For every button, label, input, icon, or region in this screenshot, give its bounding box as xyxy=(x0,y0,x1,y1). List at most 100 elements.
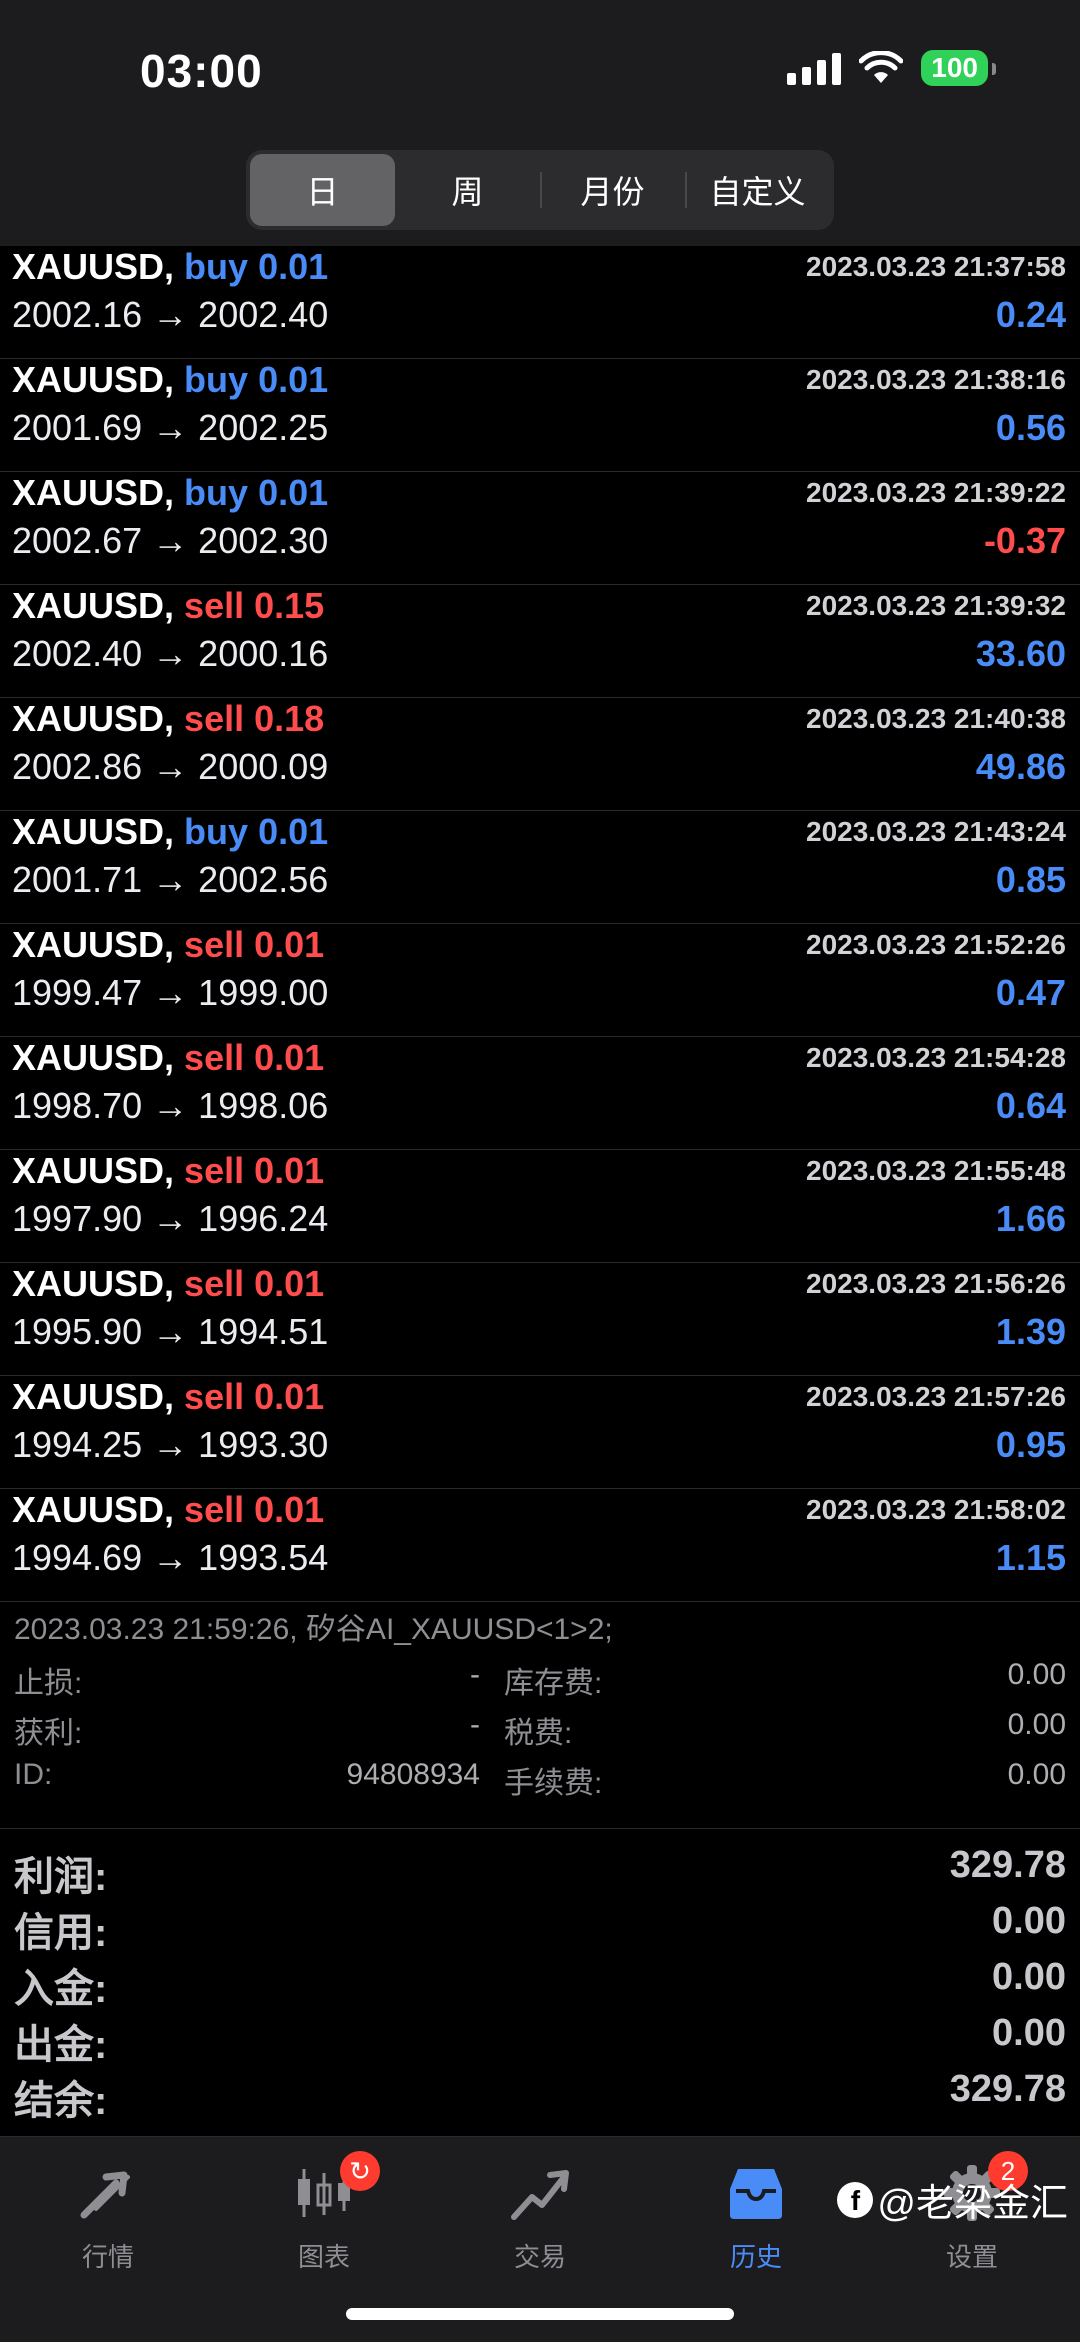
open-price: 2001.69 xyxy=(12,407,143,448)
facebook-logo-icon: f xyxy=(837,2181,874,2218)
trade-detail: 2023.03.23 21:59:26, 矽谷AI_XAUUSD<1>2; 止损… xyxy=(0,1600,1080,1829)
arrow-right-icon: → xyxy=(152,1198,189,1239)
symbol-name: XAUUSD, xyxy=(12,1150,175,1191)
trade-row[interactable]: XAUUSD, sell 0.01 2023.03.23 21:54:28 1998… xyxy=(0,1037,1080,1150)
trade-prices: 1998.70 → 1998.06 xyxy=(12,1083,328,1129)
take-profit-label: 获利: xyxy=(14,1717,83,1750)
trade-side: sell xyxy=(184,1150,245,1191)
trade-row[interactable]: XAUUSD, buy 0.01 2023.03.23 21:38:16 2001.… xyxy=(0,359,1080,472)
trade-row[interactable]: XAUUSD, sell 0.01 2023.03.23 21:52:26 1999… xyxy=(0,924,1080,1037)
summary-value: 0.00 xyxy=(992,1900,1066,1942)
trade-prices: 2002.40 → 2000.16 xyxy=(12,631,328,677)
trade-volume: 0.01 xyxy=(254,924,325,965)
trade-row[interactable]: XAUUSD, buy 0.01 2023.03.23 21:37:58 2002.… xyxy=(0,246,1080,359)
trade-prices: 2002.67 → 2002.30 xyxy=(12,518,328,564)
swap-value: 0.00 xyxy=(1007,1658,1066,1691)
trade-prices: 2002.16 → 2002.40 xyxy=(12,292,328,338)
trade-volume: 0.01 xyxy=(254,1150,325,1191)
trade-trend-icon xyxy=(511,2170,569,2220)
summary-value: 329.78 xyxy=(949,1844,1066,1886)
trade-time: 2023.03.23 21:43:24 xyxy=(806,816,1066,847)
trade-profit: 0.85 xyxy=(995,859,1066,900)
arrow-right-icon: → xyxy=(152,520,189,561)
trade-side: buy xyxy=(184,246,249,287)
symbol-name: XAUUSD, xyxy=(12,1489,175,1530)
trade-row[interactable]: XAUUSD, buy 0.01 2023.03.23 21:39:22 2002.… xyxy=(0,472,1080,585)
symbol-name: XAUUSD, xyxy=(12,698,175,739)
arrow-right-icon: → xyxy=(152,746,189,787)
segment-week[interactable]: 周 xyxy=(395,154,540,226)
trade-volume: 0.01 xyxy=(254,1263,325,1304)
period-segmented-control: 日 周 月份 自定义 xyxy=(246,150,834,230)
trade-symbol: XAUUSD, buy 0.01 xyxy=(12,811,328,853)
trade-row[interactable]: XAUUSD, sell 0.15 2023.03.23 21:39:32 2002… xyxy=(0,585,1080,698)
arrow-right-icon: → xyxy=(152,633,189,674)
close-price: 1993.30 xyxy=(198,1424,329,1465)
open-price: 2002.16 xyxy=(12,294,143,335)
trade-row[interactable]: XAUUSD, sell 0.01 2023.03.23 21:56:26 1995… xyxy=(0,1263,1080,1376)
open-price: 2002.40 xyxy=(12,633,143,674)
trade-volume: 0.15 xyxy=(254,585,325,626)
status-time: 03:00 xyxy=(140,45,263,97)
tab-label: 设置 xyxy=(945,2242,998,2272)
close-price: 1999.00 xyxy=(198,972,329,1013)
home-indicator[interactable] xyxy=(346,2308,734,2320)
trade-time: 2023.03.23 21:54:28 xyxy=(806,1042,1066,1073)
trade-volume: 0.01 xyxy=(258,472,329,513)
open-price: 2002.67 xyxy=(12,520,143,561)
trade-time: 2023.03.23 21:57:26 xyxy=(806,1381,1066,1412)
symbol-name: XAUUSD, xyxy=(12,924,175,965)
symbol-name: XAUUSD, xyxy=(12,1376,175,1417)
cellular-signal-icon xyxy=(787,51,842,85)
summary-value: 329.78 xyxy=(949,2068,1066,2110)
segment-month[interactable]: 月份 xyxy=(540,154,685,226)
trade-prices: 2002.86 → 2000.09 xyxy=(12,744,328,790)
wifi-icon xyxy=(859,51,904,83)
tab-chart[interactable]: ↻ 图表 xyxy=(244,2151,404,2274)
watermark: f @老梁金汇 xyxy=(837,2172,1068,2227)
summary-deposit: 入金: 0.00 xyxy=(0,1952,1080,2011)
segment-custom[interactable]: 自定义 xyxy=(685,154,830,226)
close-price: 2002.30 xyxy=(198,520,329,561)
trade-profit: 1.39 xyxy=(995,1311,1066,1352)
trade-side: sell xyxy=(184,1489,245,1530)
tab-trade[interactable]: 交易 xyxy=(460,2153,620,2274)
trade-side: sell xyxy=(184,698,245,739)
trade-row[interactable]: XAUUSD, sell 0.01 2023.03.23 21:58:02 1994… xyxy=(0,1489,1080,1602)
tax-label: 税费: xyxy=(504,1717,573,1750)
trade-symbol: XAUUSD, sell 0.01 xyxy=(12,1376,324,1418)
open-price: 1994.25 xyxy=(12,1424,143,1465)
trade-side: sell xyxy=(184,924,245,965)
tab-history[interactable]: 历史 xyxy=(676,2153,836,2274)
summary-label: 结余: xyxy=(14,2079,108,2123)
trade-symbol: XAUUSD, sell 0.01 xyxy=(12,1489,324,1531)
summary-label: 出金: xyxy=(14,2023,108,2067)
symbol-name: XAUUSD, xyxy=(12,1263,175,1304)
bottom-tab-bar: 行情 ↻ 图表 交易 历史 2 设置 xyxy=(0,2136,1080,2342)
trade-row[interactable]: XAUUSD, buy 0.01 2023.03.23 21:43:24 2001.… xyxy=(0,811,1080,924)
trade-symbol: XAUUSD, sell 0.01 xyxy=(12,1263,324,1305)
tab-quotes[interactable]: 行情 xyxy=(28,2153,188,2274)
trade-prices: 1994.25 → 1993.30 xyxy=(12,1422,328,1468)
trade-profit: 49.86 xyxy=(975,746,1066,787)
trade-side: buy xyxy=(184,811,249,852)
close-price: 1998.06 xyxy=(198,1085,329,1126)
symbol-name: XAUUSD, xyxy=(12,585,175,626)
trade-row[interactable]: XAUUSD, sell 0.01 2023.03.23 21:55:48 1997… xyxy=(0,1150,1080,1263)
trade-time: 2023.03.23 21:38:16 xyxy=(806,364,1066,395)
segment-day[interactable]: 日 xyxy=(250,154,395,226)
account-summary: 利润: 329.78 信用: 0.00 入金: 0.00 出金: 0.00 结余… xyxy=(0,1840,1080,2123)
open-price: 1999.47 xyxy=(12,972,143,1013)
trade-volume: 0.01 xyxy=(254,1376,325,1417)
trade-side: sell xyxy=(184,1037,245,1078)
open-price: 1997.90 xyxy=(12,1198,143,1239)
trade-row[interactable]: XAUUSD, sell 0.18 2023.03.23 21:40:38 2002… xyxy=(0,698,1080,811)
arrow-right-icon: → xyxy=(152,294,189,335)
symbol-name: XAUUSD, xyxy=(12,811,175,852)
trade-profit: 33.60 xyxy=(975,633,1066,674)
close-price: 2002.25 xyxy=(198,407,329,448)
trade-row[interactable]: XAUUSD, sell 0.01 2023.03.23 21:57:26 1994… xyxy=(0,1376,1080,1489)
trade-symbol: XAUUSD, sell 0.01 xyxy=(12,924,324,966)
trade-profit: 0.64 xyxy=(995,1085,1066,1126)
trade-prices: 1995.90 → 1994.51 xyxy=(12,1309,328,1355)
